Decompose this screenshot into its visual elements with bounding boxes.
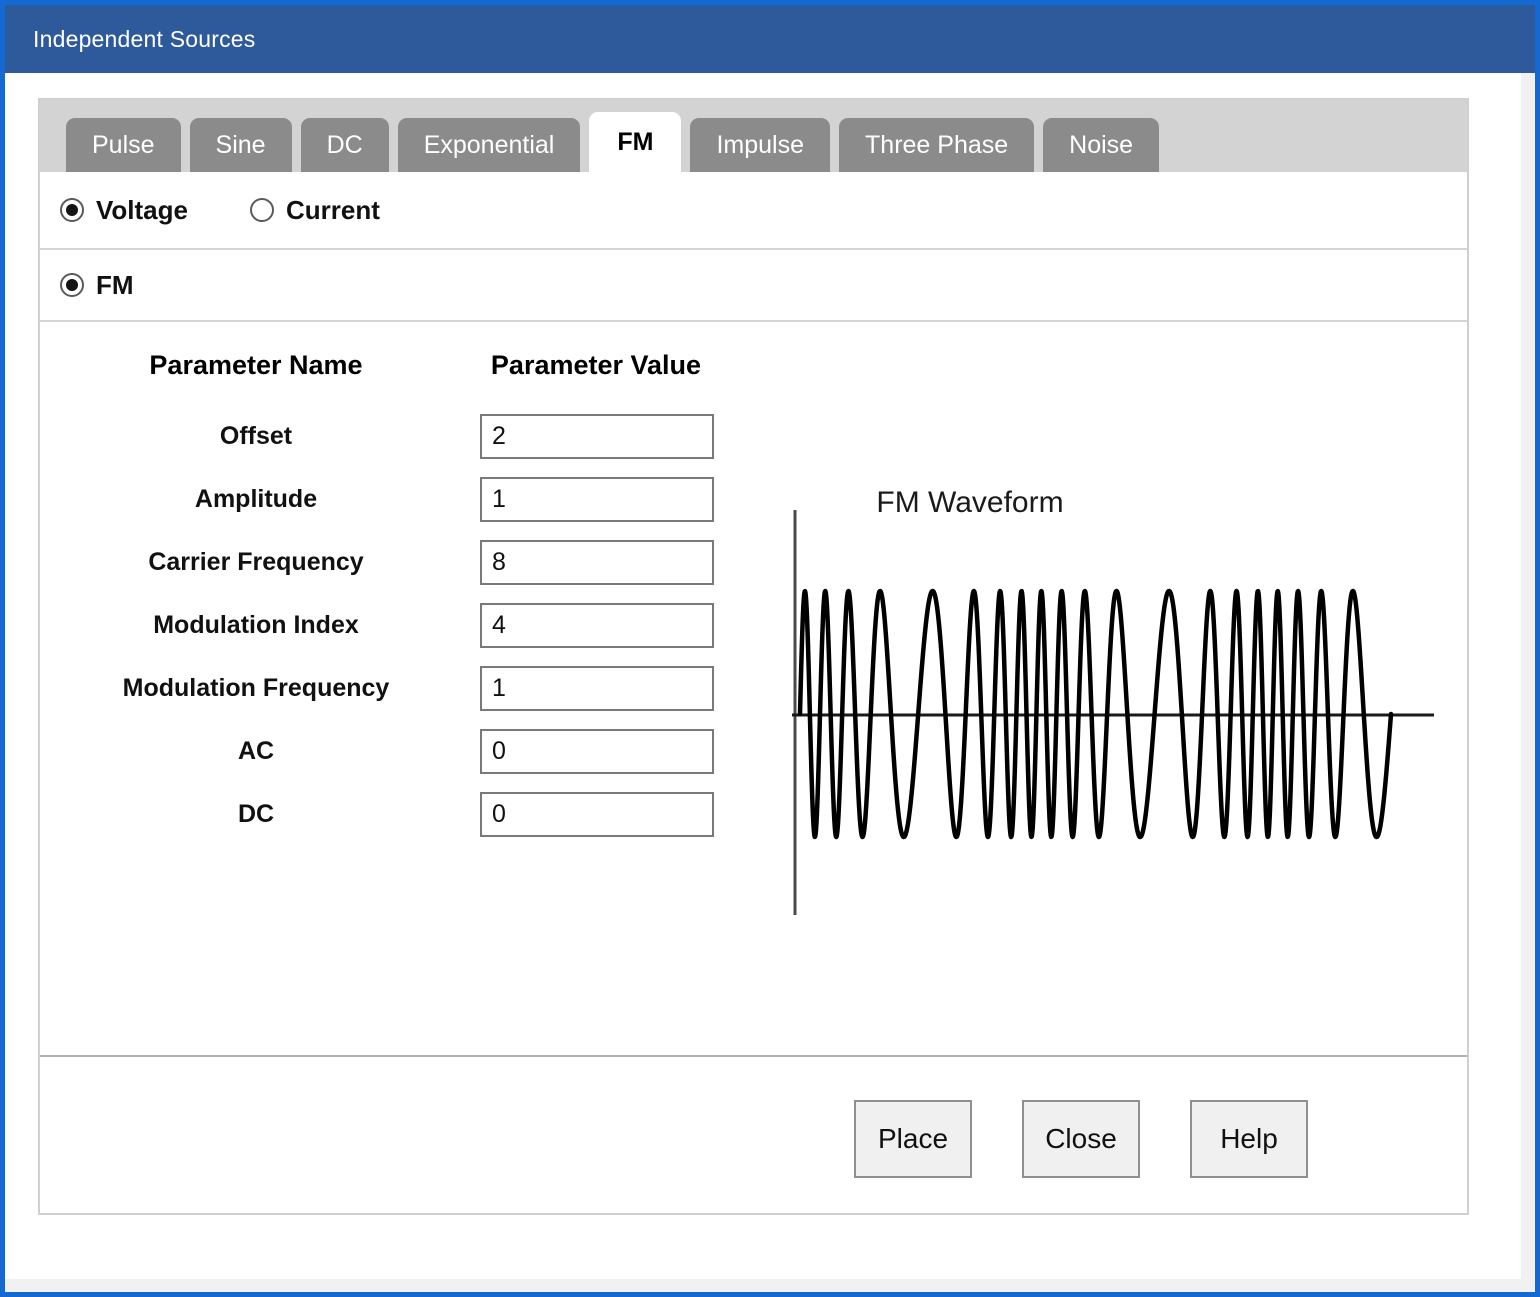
dialog-content-panel: Pulse Sine DC Exponential FM Impulse Three Pha… <box>38 98 1469 1215</box>
parameter-row-modulation-frequency: Modulation Frequency <box>76 657 736 720</box>
waveform-type-row: FM <box>40 250 1467 322</box>
parameter-row-offset: Offset <box>76 405 736 468</box>
fm-waveform-plot <box>792 510 1434 915</box>
parameter-label-offset: Offset <box>219 422 293 450</box>
tab-sine[interactable]: Sine <box>189 118 292 172</box>
tab-impulse[interactable]: Impulse <box>690 118 831 172</box>
window-title: Independent Sources <box>33 25 256 52</box>
tab-fm[interactable]: FM <box>589 112 682 172</box>
radio-current-label: Current <box>285 194 380 225</box>
parameter-input-ac[interactable] <box>480 729 714 774</box>
radio-current-icon[interactable] <box>249 198 274 222</box>
parameter-input-modulation-index[interactable] <box>480 603 714 648</box>
parameter-rows: Offset Amplitude Carrier Frequency Modulati… <box>76 405 736 846</box>
parameter-row-carrier-frequency: Carrier Frequency <box>76 531 736 594</box>
parameter-input-dc[interactable] <box>480 792 714 837</box>
parameter-name-header: Parameter Name <box>149 350 363 380</box>
radio-fm-label: FM <box>96 269 134 300</box>
close-button[interactable]: Close <box>1022 1100 1140 1178</box>
tab-pulse[interactable]: Pulse <box>66 118 181 172</box>
parameter-label-ac: AC <box>237 737 275 765</box>
tab-three-phase[interactable]: Three Phase <box>839 118 1035 172</box>
parameter-input-offset[interactable] <box>480 414 714 459</box>
place-button[interactable]: Place <box>854 1100 972 1178</box>
parameter-input-modulation-frequency[interactable] <box>480 666 714 711</box>
parameter-label-modulation-index: Modulation Index <box>153 611 359 639</box>
parameter-row-amplitude: Amplitude <box>76 468 736 531</box>
titlebar: Independent Sources <box>5 5 1535 73</box>
bottom-margin-strip <box>5 1279 1535 1292</box>
radio-voltage-icon[interactable] <box>60 198 84 222</box>
parameter-label-modulation-frequency: Modulation Frequency <box>122 674 390 702</box>
source-type-row: Voltage Current <box>40 172 1467 250</box>
tab-noise[interactable]: Noise <box>1043 118 1160 172</box>
parameter-label-carrier-frequency: Carrier Frequency <box>148 548 364 576</box>
tab-dc[interactable]: DC <box>300 118 389 172</box>
parameter-header-row: Parameter Name Parameter Value <box>76 350 736 381</box>
radio-option-current[interactable]: Current <box>249 194 380 226</box>
radio-fm-selected-icon[interactable] <box>60 273 84 297</box>
parameter-row-modulation-index: Modulation Index <box>76 594 736 657</box>
tab-strip: Pulse Sine DC Exponential FM Impulse Three Pha… <box>40 100 1467 172</box>
fm-waveform-panel: FM Waveform <box>780 460 1480 1020</box>
parameter-label-dc: DC <box>237 800 275 828</box>
radio-option-voltage[interactable]: Voltage <box>60 195 188 226</box>
button-area-divider <box>40 1055 1467 1057</box>
parameter-value-header: Parameter Value <box>490 350 702 380</box>
parameter-label-amplitude: Amplitude <box>194 485 318 513</box>
right-margin-strip <box>1521 73 1535 1292</box>
radio-voltage-label: Voltage <box>96 194 188 225</box>
help-button[interactable]: Help <box>1190 1100 1308 1178</box>
radio-option-fm[interactable]: FM <box>60 270 134 301</box>
parameter-table: Parameter Name Parameter Value Offset Amp… <box>76 350 736 846</box>
parameter-row-ac: AC <box>76 720 736 783</box>
parameter-row-dc: DC <box>76 783 736 846</box>
independent-sources-dialog: Independent Sources ✕ PulseSineDCExponen… <box>0 0 1540 1297</box>
parameter-input-carrier-frequency[interactable] <box>480 540 714 585</box>
parameter-input-amplitude[interactable] <box>480 477 714 522</box>
tab-exponential[interactable]: Exponential <box>397 118 581 172</box>
